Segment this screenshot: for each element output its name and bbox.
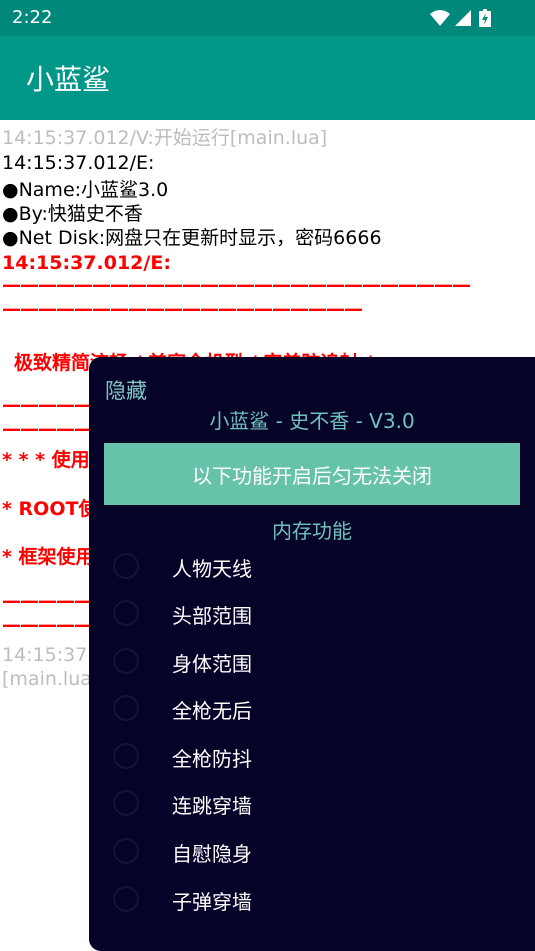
option-label: 子弹穿墙 (172, 890, 252, 914)
option-item[interactable]: 人物天线 (89, 547, 535, 587)
log-line: * ROOT使 (2, 498, 98, 520)
status-bar: 2:22 (0, 0, 535, 36)
log-divider: ———————————————————— (2, 298, 363, 320)
option-label: 全枪防抖 (172, 747, 252, 771)
option-label: 人物天线 (172, 557, 252, 581)
option-label: 自慰隐身 (172, 842, 252, 866)
option-item[interactable]: 自慰隐身 (89, 832, 535, 872)
status-icons (430, 9, 491, 27)
option-item[interactable]: 身体范围 (89, 642, 535, 682)
log-line: * 框架使用 (2, 546, 95, 568)
hide-button[interactable]: 隐藏 (105, 375, 147, 405)
log-divider: —————————————————————————— (2, 274, 471, 296)
option-label: 头部范围 (172, 604, 252, 628)
radio-button[interactable] (113, 695, 139, 721)
option-item[interactable]: 全枪无后 (89, 689, 535, 729)
notice-button[interactable]: 以下功能开启后匀无法关闭 (104, 443, 520, 505)
log-line: 14:15:37.012/E: (2, 152, 155, 174)
radio-button[interactable] (113, 553, 139, 579)
radio-button[interactable] (113, 886, 139, 912)
option-item[interactable]: 头部范围 (89, 594, 535, 634)
option-item[interactable]: 全枪防抖 (89, 737, 535, 777)
radio-button[interactable] (113, 743, 139, 769)
option-item[interactable]: 子弹穿墙 (89, 880, 535, 920)
option-label: 全枪无后 (172, 699, 252, 723)
log-line: 14:15:37. (2, 644, 94, 666)
radio-button[interactable] (113, 838, 139, 864)
log-line: ●By:快猫史不香 (2, 203, 143, 225)
panel-title: 小蓝鲨 - 史不香 - V3.0 (209, 409, 415, 433)
section-title: 内存功能 (272, 519, 352, 543)
status-time: 2:22 (12, 7, 53, 28)
cell-signal-icon (455, 10, 471, 26)
floating-menu-panel: 隐藏 小蓝鲨 - 史不香 - V3.0 以下功能开启后匀无法关闭 内存功能 人物… (89, 357, 535, 951)
log-line: [main.lua] (2, 668, 100, 690)
battery-charging-icon (479, 9, 491, 27)
app-bar: 小蓝鲨 (0, 36, 535, 120)
log-line: 14:15:37.012/V:开始运行[main.lua] (2, 127, 328, 149)
radio-button[interactable] (113, 790, 139, 816)
option-label: 连跳穿墙 (172, 794, 252, 818)
app-title: 小蓝鲨 (26, 63, 111, 96)
radio-button[interactable] (113, 648, 139, 674)
log-line: ●Name:小蓝鲨3.0 (2, 179, 169, 201)
log-line: 14:15:37.012/E: (2, 252, 171, 274)
wifi-icon (430, 10, 450, 26)
radio-button[interactable] (113, 600, 139, 626)
log-line: ●Net Disk:网盘只在更新时显示，密码6666 (2, 227, 382, 249)
option-label: 身体范围 (172, 652, 252, 676)
option-item[interactable]: 连跳穿墙 (89, 784, 535, 824)
